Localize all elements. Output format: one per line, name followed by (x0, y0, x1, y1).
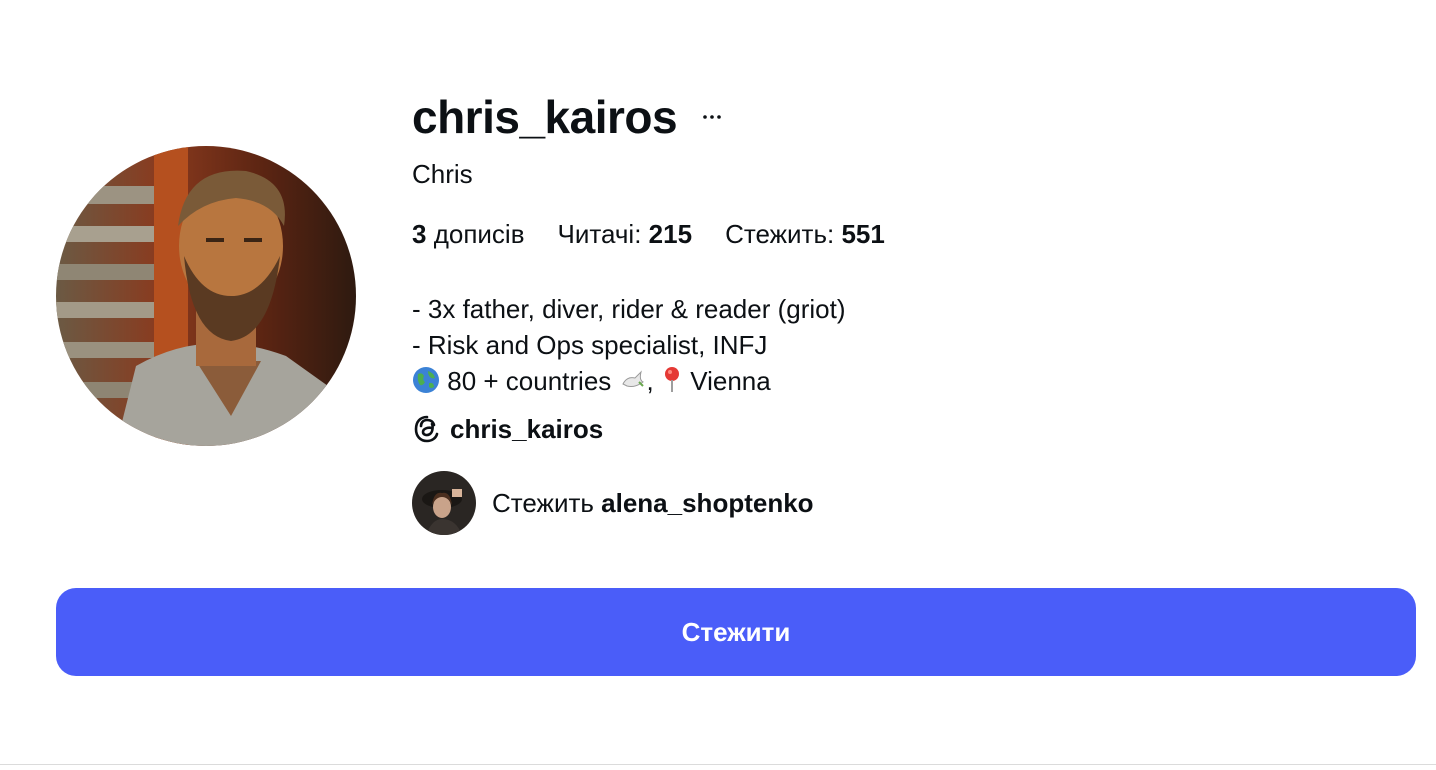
dove-icon (619, 366, 647, 403)
profile-bio: - 3x father, diver, rider & reader (grio… (412, 291, 1312, 403)
profile-avatar[interactable] (56, 146, 356, 446)
profile-page: chris_kairos Chris 3 дописів Читачі: 215… (0, 0, 1436, 770)
threads-handle: chris_kairos (450, 413, 604, 444)
profile-username: chris_kairos (412, 91, 678, 143)
followed-by-username: alena_shoptenko (601, 487, 814, 518)
followed-by-prefix: Стежить (492, 487, 602, 518)
bio-line-2: - Risk and Ops specialist, INFJ (412, 330, 768, 360)
following-label: Стежить: (725, 219, 842, 249)
followed-by-avatar (412, 471, 476, 535)
followers-label: Читачі: (557, 219, 649, 249)
avatar-image (56, 146, 356, 446)
followers-link[interactable]: Читачі: 215 (558, 217, 693, 251)
follow-button[interactable]: Стежити (56, 588, 1416, 676)
bio-city: Vienna (690, 366, 771, 396)
globe-icon (412, 366, 440, 403)
bio-line-1: - 3x father, diver, rider & reader (grio… (412, 294, 846, 324)
profile-stats: 3 дописів Читачі: 215 Стежить: 551 (412, 217, 1312, 251)
more-options-button[interactable] (697, 102, 727, 132)
posts-count-value: 3 (412, 219, 427, 249)
followed-by-text: Стежить alena_shoptenko (492, 488, 814, 519)
bio-line-3: 80 + countries , Vienna (412, 363, 1312, 403)
bottom-divider (0, 764, 1436, 765)
bio-countries-text: 80 + countries (447, 366, 612, 396)
threads-link[interactable]: chris_kairos (412, 411, 1312, 447)
followers-count: 215 (648, 219, 693, 249)
more-horizontal-icon (703, 115, 721, 119)
pushpin-icon (661, 366, 683, 403)
following-link[interactable]: Стежить: 551 (725, 217, 885, 251)
following-count: 551 (841, 219, 885, 249)
bio-comma: , (646, 366, 654, 396)
profile-title-row: chris_kairos (412, 86, 1312, 148)
posts-count: 3 дописів (412, 217, 525, 251)
threads-icon (414, 415, 439, 443)
posts-count-label: дописів (433, 219, 525, 249)
profile-full-name: Chris (412, 159, 473, 189)
followed-by-row[interactable]: Стежить alena_shoptenko (412, 471, 1312, 535)
profile-info: chris_kairos Chris 3 дописів Читачі: 215… (412, 86, 1312, 535)
